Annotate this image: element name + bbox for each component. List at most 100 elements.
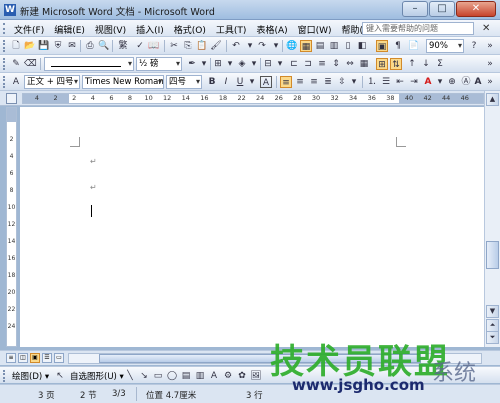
cut-icon[interactable]: ✂ (168, 40, 180, 52)
columns-icon[interactable]: ▯ (342, 40, 354, 52)
research-icon[interactable]: 📖 (148, 40, 160, 52)
underline-button[interactable]: U (234, 76, 246, 88)
select-objects-icon[interactable]: ↖ (54, 370, 66, 382)
distribute-rows-icon[interactable]: ⇕ (330, 58, 342, 70)
undo-icon[interactable]: ↶ (230, 40, 242, 52)
next-page-button[interactable]: ⏷ (486, 331, 499, 344)
font-size-select[interactable]: 四号 (166, 75, 202, 89)
document-page[interactable]: ↵ ↵ (20, 107, 484, 347)
draw-table-icon[interactable]: ✎ (10, 58, 22, 70)
show-hide-icon[interactable]: ¶ (392, 40, 404, 52)
maximize-button[interactable]: □ (429, 1, 455, 17)
rectangle-tool-icon[interactable]: ▭ (152, 370, 164, 382)
phonetic-guide-icon[interactable]: ⊕ (446, 76, 458, 88)
shading-icon[interactable]: ◈ (236, 58, 248, 70)
draw-menu-button[interactable]: 绘图(D) ▾ (12, 370, 49, 382)
align-left-icon[interactable]: ≡ (280, 76, 292, 88)
grip-handle-icon[interactable] (3, 40, 5, 52)
autosum-icon[interactable]: Σ (434, 58, 446, 70)
menu-table[interactable]: 表格(A) (256, 23, 287, 36)
decrease-indent-icon[interactable]: ⇤ (394, 76, 406, 88)
minimize-button[interactable]: – (402, 1, 428, 17)
increase-indent-icon[interactable]: ⇥ (408, 76, 420, 88)
split-cells-icon[interactable]: ⊐ (302, 58, 314, 70)
numbering-icon[interactable]: ⒈ (366, 76, 378, 88)
insert-table-dropdown-icon[interactable]: ▾ (274, 58, 286, 70)
align-cell-icon[interactable]: ≡ (316, 58, 328, 70)
print-preview-icon[interactable]: 🔍 (98, 40, 110, 52)
save-icon[interactable]: 💾 (38, 40, 50, 52)
line-spacing-dropdown-icon[interactable]: ▾ (348, 76, 360, 88)
outline-view-icon[interactable]: ☰ (42, 353, 52, 363)
menu-view[interactable]: 视图(V) (95, 23, 126, 36)
toolbar-options-icon[interactable]: » (484, 76, 496, 88)
grow-font-icon[interactable]: A (472, 76, 484, 88)
enclose-characters-icon[interactable]: Ⓐ (460, 76, 472, 88)
print-icon[interactable]: ⎙ (84, 40, 96, 52)
open-folder-icon[interactable]: 📂 (24, 40, 36, 52)
tables-borders-icon[interactable]: ▦ (300, 40, 312, 52)
borders-dropdown-icon[interactable]: ▾ (224, 58, 236, 70)
line-spacing-icon[interactable]: ⇳ (336, 76, 348, 88)
text-direction-icon[interactable]: ⇅ (390, 58, 402, 70)
reading-view-icon[interactable]: ▭ (54, 353, 64, 363)
font-select[interactable]: Times New Roman (82, 75, 164, 89)
email-icon[interactable]: ✉ (66, 40, 78, 52)
print-layout-icon[interactable]: ▣ (30, 353, 40, 363)
sort-descending-icon[interactable]: ↓ (420, 58, 432, 70)
char-border-button[interactable]: A (260, 76, 272, 88)
wordart-icon[interactable]: A (208, 370, 220, 382)
style-select[interactable]: 正文 + 四号 (24, 75, 80, 89)
menu-window[interactable]: 窗口(W) (298, 23, 332, 36)
distribute-columns-icon[interactable]: ⇔ (344, 58, 356, 70)
vertical-text-box-icon[interactable]: ▥ (194, 370, 206, 382)
insert-excel-icon[interactable]: ▥ (328, 40, 340, 52)
oval-tool-icon[interactable]: ◯ (166, 370, 178, 382)
insert-table-icon[interactable]: ▤ (314, 40, 326, 52)
borders-icon[interactable]: ⊞ (212, 58, 224, 70)
close-button[interactable]: ✕ (456, 1, 496, 17)
redo-icon[interactable]: ↷ (256, 40, 268, 52)
scroll-up-button[interactable]: ▲ (486, 93, 499, 106)
undo-dropdown-icon[interactable]: ▾ (244, 40, 256, 52)
vertical-scrollbar[interactable]: ▲ ▼ ⏶ ⏷ (484, 91, 500, 347)
insert-table-grid-icon[interactable]: ⊟ (262, 58, 274, 70)
drawing-icon[interactable]: ◧ (356, 40, 368, 52)
grip-handle-icon[interactable] (3, 58, 5, 70)
new-document-icon[interactable]: 🗋 (10, 40, 22, 52)
document-map-icon[interactable]: ▣ (376, 40, 388, 52)
vertical-scroll-thumb[interactable] (486, 241, 499, 269)
menu-format[interactable]: 格式(O) (174, 23, 206, 36)
show-gridlines-icon[interactable]: ⊞ (376, 58, 388, 70)
format-painter-icon[interactable]: 🖌 (210, 40, 222, 52)
spelling-icon[interactable]: ✓ (134, 40, 146, 52)
help-icon[interactable]: ? (468, 40, 480, 52)
align-right-icon[interactable]: ≡ (308, 76, 320, 88)
hyperlink-icon[interactable]: 🌐 (286, 40, 298, 52)
tab-selector-icon[interactable] (6, 93, 17, 104)
web-view-icon[interactable]: ◫ (18, 353, 28, 363)
justify-icon[interactable]: ≣ (322, 76, 334, 88)
text-box-icon[interactable]: ▤ (180, 370, 192, 382)
bold-button[interactable]: B (206, 76, 218, 88)
autoformat-icon[interactable]: ▦ (358, 58, 370, 70)
word-app-icon[interactable]: W (4, 4, 16, 16)
autoshapes-menu-button[interactable]: 自选图形(U) ▾ (70, 370, 124, 382)
copy-icon[interactable]: ⎘ (182, 40, 194, 52)
paste-icon[interactable]: 📋 (196, 40, 208, 52)
grip-handle-icon[interactable] (3, 76, 5, 88)
redo-dropdown-icon[interactable]: ▾ (270, 40, 282, 52)
border-color-dropdown-icon[interactable]: ▾ (198, 58, 210, 70)
merge-cells-icon[interactable]: ⊏ (288, 58, 300, 70)
font-color-icon[interactable]: A (422, 76, 434, 88)
normal-view-icon[interactable]: ≡ (6, 353, 16, 363)
traditional-convert-button[interactable]: 繁 (114, 40, 132, 52)
align-center-icon[interactable]: ≡ (294, 76, 306, 88)
menu-file[interactable]: 文件(F) (14, 23, 44, 36)
permission-icon[interactable]: ⛨ (52, 40, 64, 52)
scroll-down-button[interactable]: ▼ (486, 305, 499, 318)
eraser-icon[interactable]: ⌫ (24, 58, 37, 70)
read-icon[interactable]: 📄 (408, 40, 420, 52)
toolbar-options-icon[interactable]: » (484, 40, 496, 52)
zoom-select[interactable]: 90% (426, 39, 464, 53)
